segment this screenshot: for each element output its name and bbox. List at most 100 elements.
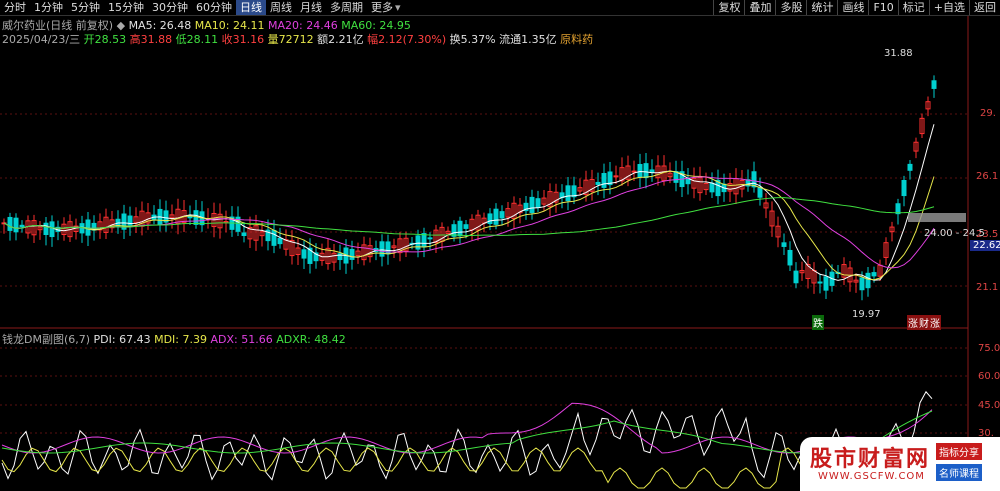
candle-body (427, 237, 433, 240)
indicator-info-row: 钱龙DM副图(6,7) PDI: 67.43 MDI: 7.39 ADX: 51… (2, 331, 346, 347)
candlestick (535, 190, 541, 212)
candle-body (751, 171, 757, 188)
candlestick (295, 237, 301, 265)
quote-date: 2025/04/23/三 (2, 33, 81, 46)
mdi-label: MDI: 7.39 (154, 333, 207, 346)
candlestick (217, 203, 223, 239)
candlestick (157, 199, 163, 232)
candlestick (151, 205, 157, 225)
candlestick (913, 137, 919, 159)
candlestick (805, 255, 811, 289)
rise-tag[interactable]: 涨 (929, 315, 941, 330)
candlestick (931, 75, 937, 98)
candlestick (439, 222, 445, 251)
candlestick (637, 153, 643, 188)
candlestick (337, 244, 343, 270)
high-price-marker: 31.88 (884, 48, 913, 59)
candle-body (781, 242, 787, 247)
axis-label-main: 29. (980, 108, 996, 119)
candlestick (115, 210, 121, 234)
candlestick (79, 215, 85, 243)
candlestick (163, 200, 169, 232)
candle-body (787, 249, 793, 266)
candlestick (793, 262, 799, 289)
candlestick (601, 163, 607, 199)
candlestick (565, 176, 571, 211)
candle-body (757, 187, 763, 198)
candlestick (781, 233, 787, 256)
candlestick (49, 215, 55, 247)
candle-body (13, 217, 19, 233)
candlestick (193, 199, 199, 229)
volume: 量72712 (267, 33, 314, 46)
candle-body (241, 232, 247, 237)
candlestick (619, 157, 625, 186)
candlestick (385, 234, 391, 265)
candlestick (73, 218, 79, 240)
candle-body (931, 80, 937, 89)
quote-info-row: 2025/04/23/三 开28.53 高31.88 低28.11 收31.16… (2, 31, 593, 47)
candlestick (811, 262, 817, 294)
fall-tag[interactable]: 跌 (812, 315, 824, 330)
candlestick (355, 242, 361, 264)
candlestick (109, 211, 115, 233)
candlestick (361, 236, 367, 266)
candlestick (445, 226, 451, 240)
candle-body (685, 178, 691, 185)
candlestick (895, 198, 901, 225)
candlestick (223, 210, 229, 233)
candlestick (289, 230, 295, 265)
candlestick (649, 159, 655, 182)
adxr-line (1, 410, 933, 454)
candlestick (841, 257, 847, 286)
candle-body (613, 175, 619, 178)
candlestick (19, 220, 25, 233)
candle-body (535, 198, 541, 208)
pdi-label: PDI: 67.43 (93, 333, 151, 346)
indicator-name[interactable]: 钱龙DM副图(6,7) (2, 333, 90, 346)
candlestick (13, 213, 19, 241)
candle-body (673, 171, 679, 183)
candle-body (823, 276, 829, 291)
candle-body (271, 229, 277, 246)
candlestick (925, 96, 931, 117)
candlestick (547, 183, 553, 217)
candlestick (349, 240, 355, 270)
low-price: 低28.11 (175, 33, 219, 46)
candlestick (853, 273, 859, 293)
kline-chart[interactable] (0, 0, 1000, 491)
axis-label-main: 21.1 (976, 282, 999, 293)
candle-body (595, 181, 601, 185)
candlestick (709, 172, 715, 198)
candle-body (907, 163, 913, 171)
candlestick (325, 238, 331, 270)
low-price-marker: 19.97 (852, 309, 881, 320)
change-pct: 幅2.12(7.30%) (367, 33, 447, 46)
candlestick (823, 268, 829, 300)
close-price: 收31.16 (221, 33, 265, 46)
open-price: 开28.53 (83, 33, 127, 46)
candlestick (697, 166, 703, 201)
candlestick (43, 216, 49, 246)
candle-body (529, 196, 535, 214)
candlestick (883, 237, 889, 266)
candle-body (649, 169, 655, 173)
current-price-tag: 22.62 (970, 240, 1000, 251)
watermark-tag-indicator: 指标分享 (936, 443, 982, 460)
adxr-label: ADXR: 48.42 (276, 333, 346, 346)
candle-body (871, 272, 877, 277)
candle-body (379, 241, 385, 257)
axis-label-sub: 45.0 (978, 400, 1000, 411)
candle-body (865, 272, 871, 289)
candlestick (571, 176, 577, 204)
float-shares: 流通1.35亿 (499, 33, 557, 46)
candle-body (193, 210, 199, 225)
sector[interactable]: 原料药 (560, 33, 593, 46)
candle-body (349, 248, 355, 260)
candlestick (901, 175, 907, 207)
candlestick (319, 243, 325, 266)
candlestick (559, 184, 565, 209)
candlestick (121, 204, 127, 239)
candlestick (511, 196, 517, 230)
candle-body (565, 185, 571, 202)
